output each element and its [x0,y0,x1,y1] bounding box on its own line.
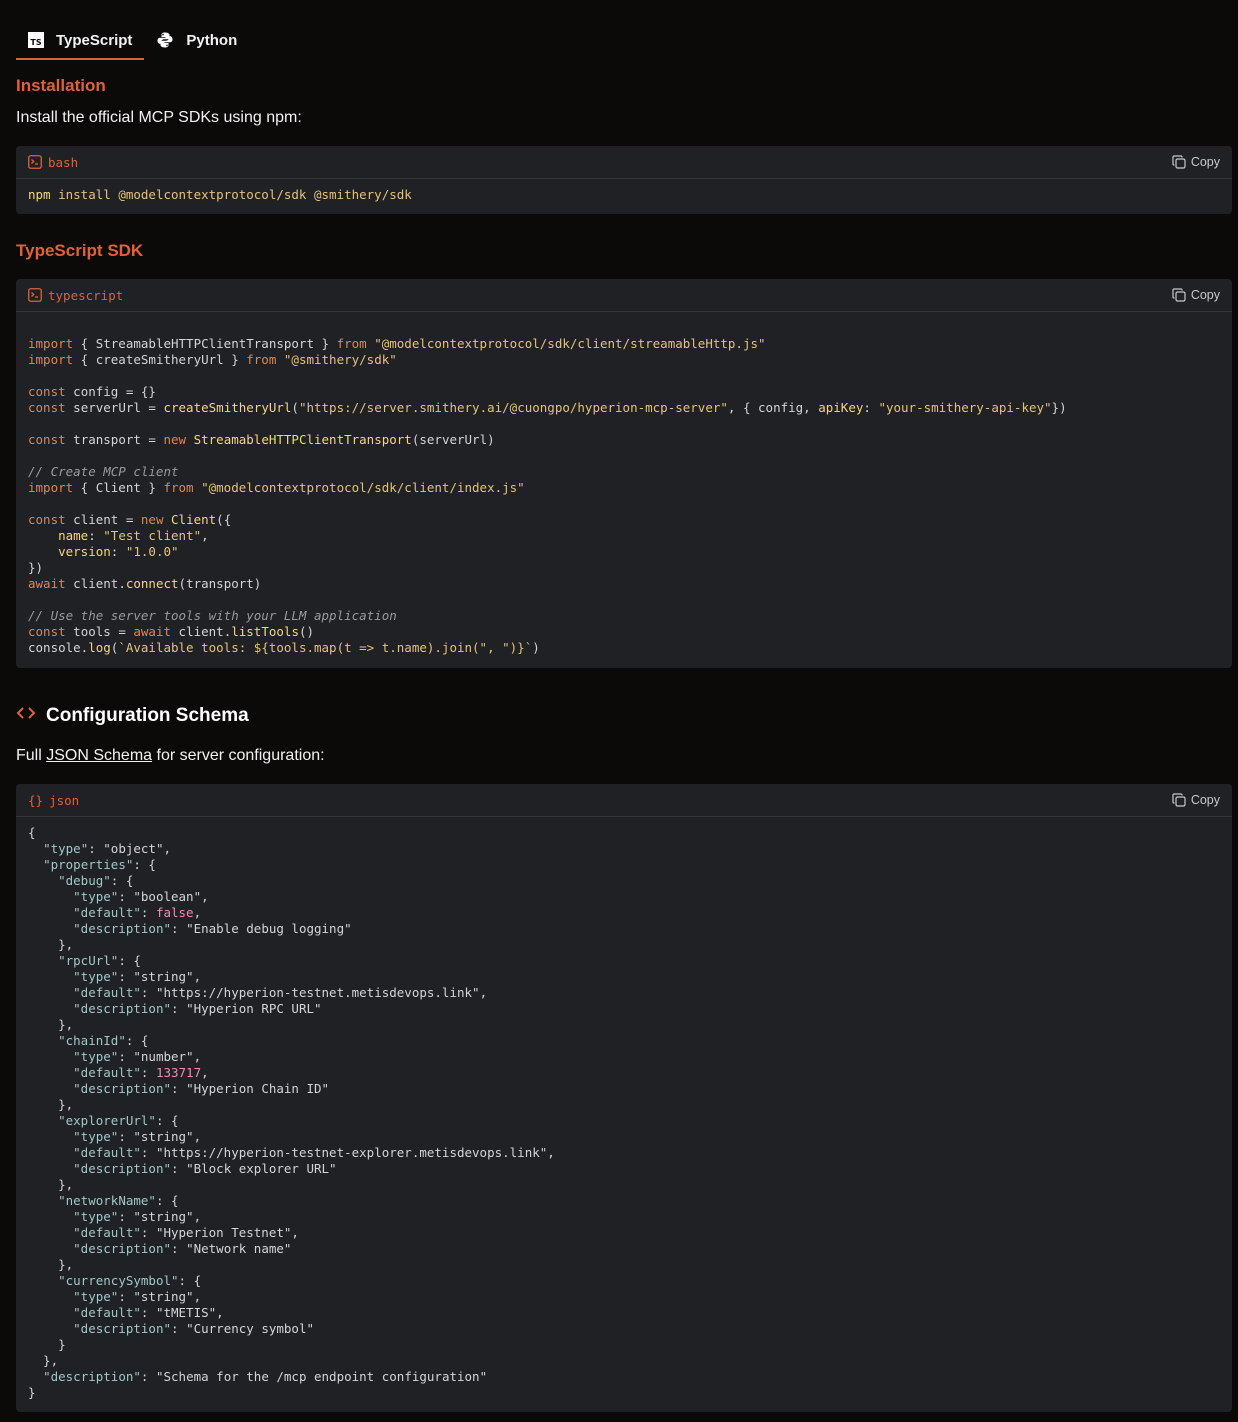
code-block-header: bash Copy [16,146,1232,179]
tab-python[interactable]: Python [144,22,249,58]
code-language: typescript [28,288,123,303]
typescript-code-block: typescript Copy import { StreamableHTTPC… [16,279,1232,668]
copy-icon [1172,288,1186,302]
code-language-label: bash [48,154,79,170]
terminal-icon [28,288,42,302]
code-block-header: {} json Copy [16,784,1232,817]
typescript-icon: TS [28,32,44,48]
copy-icon [1172,793,1186,807]
copy-label: Copy [1190,288,1220,302]
code-language: bash [28,155,78,170]
code-language: {} json [28,793,79,808]
copy-label: Copy [1190,793,1220,807]
installation-text: Install the official MCP SDKs using npm: [16,109,302,126]
bash-code: npm install @modelcontextprotocol/sdk @s… [16,179,1232,203]
code-command: npm [28,187,51,202]
json-schema-link[interactable]: JSON Schema [46,747,152,764]
configuration-schema-header: Configuration Schema [16,703,249,728]
code-brackets-icon [16,703,36,728]
typescript-sdk-heading: TypeScript SDK [16,241,144,260]
tab-python-label: Python [186,31,238,49]
python-icon [156,31,174,49]
terminal-icon [28,155,42,169]
braces-icon: {} [28,792,44,808]
code-language-label: json [49,792,80,808]
code-args: install @modelcontextprotocol/sdk @smith… [58,187,412,202]
language-tabs: TS TypeScript Python [16,22,249,60]
copy-icon [1172,155,1186,169]
copy-button[interactable]: Copy [1172,793,1220,807]
typescript-code: import { StreamableHTTPClientTransport }… [28,336,1067,655]
copy-button[interactable]: Copy [1172,288,1220,302]
installation-heading: Installation [16,76,106,95]
json-code-block: {} json Copy { "type": "object", "proper… [16,784,1232,1412]
configuration-schema-heading: Configuration Schema [46,704,249,726]
configuration-schema-text: Full JSON Schema for server configuratio… [16,747,325,764]
svg-text:TS: TS [30,38,41,47]
copy-label: Copy [1190,155,1220,169]
copy-button[interactable]: Copy [1172,155,1220,169]
bash-code-block: bash Copy npm install @modelcontextproto… [16,146,1232,214]
code-language-label: typescript [48,287,124,303]
tab-typescript[interactable]: TS TypeScript [16,22,145,60]
tab-typescript-label: TypeScript [56,31,133,49]
json-code: { "type": "object", "properties": { "deb… [28,825,555,1400]
code-block-header: typescript Copy [16,279,1232,312]
